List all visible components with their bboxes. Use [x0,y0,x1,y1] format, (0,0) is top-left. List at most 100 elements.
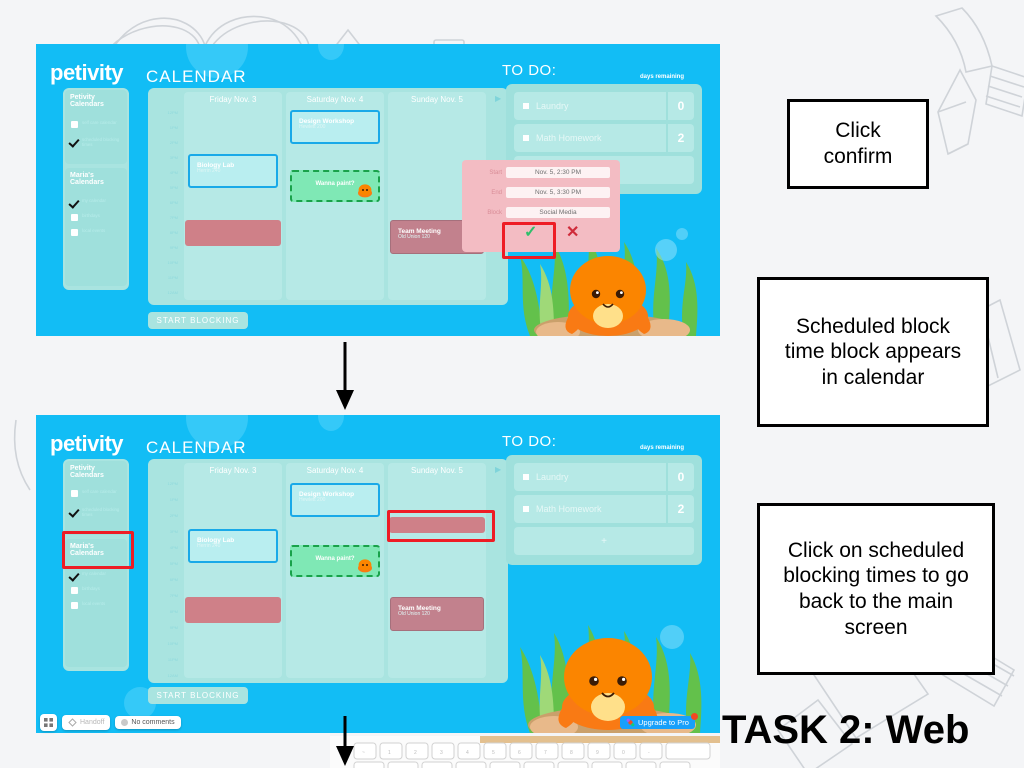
calendar-event-biology-lab[interactable]: Biology Lab Herrin 240 [188,154,278,188]
svg-text:0: 0 [622,750,625,756]
todo-item-math-homework[interactable]: Math Homework 2 [514,124,694,152]
start-blocking-button[interactable]: START BLOCKING [148,687,248,704]
todo-item-label: Laundry [536,472,569,482]
calendar-event-wanna-paint[interactable]: Wanna paint? [290,545,380,577]
todo-heading: TO DO: [502,433,557,450]
sidebar-item-birthdays[interactable]: birthdays [71,586,123,594]
svg-text:4: 4 [466,750,469,756]
octopus-avatar-icon [358,184,372,198]
sidebar-section-title: Petivity Calendars [70,94,104,109]
checkbox-checked-icon[interactable] [71,199,78,206]
checkbox-icon[interactable] [523,506,529,512]
svg-text:6: 6 [518,750,521,756]
checkbox-unchecked-icon[interactable] [71,214,78,221]
sidebar-item-blocking-times[interactable]: scheduled blocking times [71,507,123,517]
start-blocking-button[interactable]: START BLOCKING [148,312,248,329]
sidebar-item-my-calendar[interactable]: my calendar [71,571,123,579]
grid-icon [44,718,53,727]
brand-logo: petivity [50,431,124,456]
todo-panel: Laundry 0 Math Homework 2 + [506,455,702,565]
seabed-illustration [520,625,702,733]
checkbox-checked-icon[interactable] [71,572,78,579]
time-tick: 1PM [169,497,178,502]
day-column-friday[interactable]: Friday Nov. 3 Biology Lab Herrin 240 [184,463,282,678]
time-tick: 7PM [169,593,178,598]
todo-item-label: Laundry [536,101,569,111]
block-type-field[interactable]: Social Media [506,207,610,218]
calendar-event-blocked-friday[interactable] [185,597,281,623]
day-column-saturday[interactable]: Saturday Nov. 4 Design Workshop Hewlett … [286,92,384,300]
time-tick: 12AM [167,290,178,295]
chevron-right-icon[interactable]: ▶ [495,94,501,103]
checkbox-icon[interactable] [523,103,529,109]
end-time-field[interactable]: Nov. 5, 3:30 PM [506,187,610,198]
gear-icon[interactable] [714,421,720,447]
sidebar-item-blocking-times[interactable]: scheduled blocking times [71,137,123,147]
sidebar-item-my-calendar[interactable]: my calendar [71,198,123,206]
checkbox-unchecked-icon[interactable] [71,490,78,497]
calendar-event-biology-lab[interactable]: Biology Lab Herrin 240 [188,529,278,563]
day-column-saturday[interactable]: Saturday Nov. 4 Design Workshop Hewlett … [286,463,384,678]
day-column-sunday[interactable]: Sunday Nov. 5 Team Meeting Old Union 120 [388,463,486,678]
svg-text:~: ~ [362,750,365,756]
checkbox-unchecked-icon[interactable] [71,602,78,609]
time-tick: 10PM [167,641,178,646]
todo-item-laundry[interactable]: Laundry 0 [514,463,694,491]
checkbox-unchecked-icon[interactable] [71,121,78,128]
event-location: Hewlett 200 [299,124,326,131]
checkbox-unchecked-icon[interactable] [71,587,78,594]
gear-icon[interactable] [714,50,720,76]
calendar-event-wanna-paint[interactable]: Wanna paint? [290,170,380,202]
chevron-right-icon[interactable]: ▶ [495,465,501,474]
sidebar-item-birthdays[interactable]: birthdays [71,213,123,221]
sidebar-item-self-care[interactable]: self care calendar [71,120,123,128]
time-tick: 1PM [169,125,178,130]
checkbox-icon[interactable] [523,135,529,141]
todo-days-count: 2 [666,124,694,152]
cancel-button[interactable]: ✕ [566,222,579,242]
upgrade-label: Upgrade to Pro [638,718,689,727]
time-tick: 11PM [167,275,178,280]
sidebar-item-local-events[interactable]: local events [71,228,123,236]
flow-arrow-1 [336,342,354,410]
todo-days-count: 0 [666,92,694,120]
day-header: Friday Nov. 3 [209,466,257,475]
grid-view-button[interactable] [40,714,57,731]
calendar-event-design-workshop[interactable]: Design Workshop Hewlett 200 [290,110,380,144]
decor-bubble [318,415,344,431]
day-column-friday[interactable]: Friday Nov. 3 Biology Lab Herrin 240 [184,92,282,300]
sidebar-item-label: my calendar [82,571,106,576]
upgrade-to-pro-button[interactable]: Upgrade to Pro [620,713,698,729]
checkbox-icon[interactable] [523,474,529,480]
comments-button[interactable]: No comments [115,716,181,729]
sidebar-item-local-events[interactable]: local events [71,601,123,609]
checkbox-checked-icon[interactable] [71,508,78,515]
todo-item-label: Math Homework [536,133,602,143]
days-remaining-label: days remaining [640,445,685,451]
handoff-button[interactable]: Handoff [62,715,111,730]
svg-text:2: 2 [414,750,417,756]
todo-add-item-button[interactable]: + [514,527,694,555]
calendar-event-blocked-friday[interactable] [185,220,281,246]
time-tick: 12PM [167,481,178,486]
annotation-block-appears: Scheduled block time block appears in ca… [757,277,989,427]
checkbox-checked-icon[interactable] [71,138,78,145]
field-label-start: Start [489,170,502,176]
event-location: Old Union 120 [398,611,430,618]
calendar-event-design-workshop[interactable]: Design Workshop Hewlett 200 [290,483,380,517]
field-label-end: End [491,190,502,196]
event-location: Hewlett 200 [299,497,326,504]
svg-text:1: 1 [388,750,391,756]
day-header: Saturday Nov. 4 [306,95,364,104]
start-time-field[interactable]: Nov. 5, 2:30 PM [506,167,610,178]
time-tick: 5PM [169,561,178,566]
plus-icon[interactable]: + [514,536,694,547]
todo-item-math-homework[interactable]: Math Homework 2 [514,495,694,523]
calendar-event-team-meeting[interactable]: Team Meeting Old Union 120 [390,597,484,631]
sidebar-item-self-care[interactable]: self care calendar [71,489,123,497]
svg-text:3: 3 [440,750,443,756]
time-tick: 6PM [169,577,178,582]
time-axis: 12PM 1PM 2PM 3PM 4PM 5PM 6PM 7PM 8PM 9PM… [150,479,182,678]
todo-item-laundry[interactable]: Laundry 0 [514,92,694,120]
checkbox-unchecked-icon[interactable] [71,229,78,236]
